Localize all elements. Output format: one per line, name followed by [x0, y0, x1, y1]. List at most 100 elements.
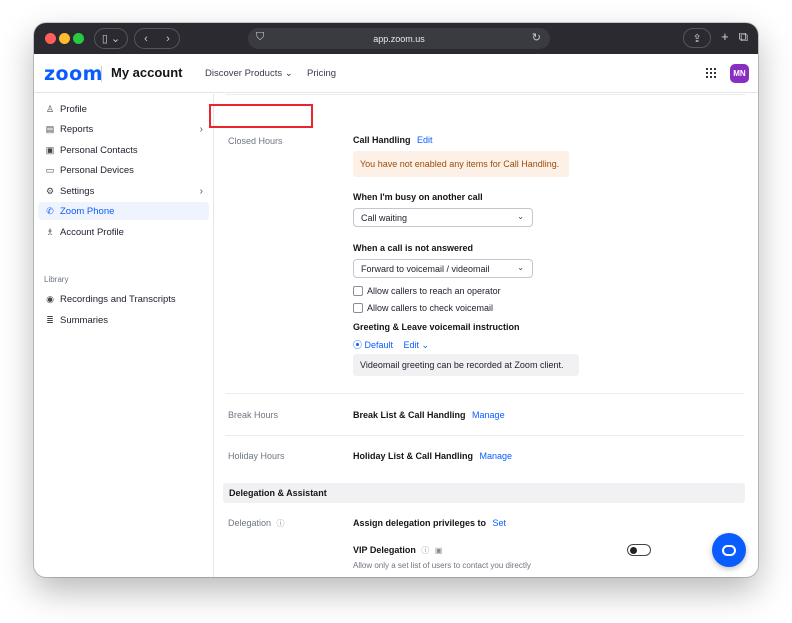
url-text: app.zoom.us [373, 33, 425, 44]
avatar[interactable]: MN [730, 64, 749, 83]
greeting-edit-dropdown[interactable]: Edit ⌄ [404, 340, 430, 350]
sidebar-item-label: Zoom Phone [60, 205, 115, 217]
assign-privileges-title: Assign delegation privileges to [353, 518, 487, 528]
sidebar-item-personal-contacts[interactable]: ▣ Personal Contacts [38, 141, 209, 159]
privacy-shield-icon: ⛉ [256, 31, 265, 43]
vip-delegation-note: Allow only a set list of users to contac… [353, 561, 531, 570]
apps-grid-icon[interactable] [706, 68, 716, 78]
section-divider [225, 435, 744, 436]
holiday-manage-link[interactable]: Manage [480, 451, 513, 461]
not-answered-select[interactable]: Forward to voicemail / videomail ⌄ [353, 259, 533, 278]
browser-window: ▯ ⌄ ‹ › ⛉ app.zoom.us ↻ ⇪ + ⧉ zoom My ac… [34, 23, 758, 577]
sidebar-item-reports[interactable]: ▤ Reports › [38, 120, 209, 138]
chevron-right-icon: › [199, 123, 203, 135]
sidebar-toggle-button[interactable]: ▯ ⌄ [94, 28, 128, 49]
allow-voicemail-label: Allow callers to check voicemail [367, 303, 494, 313]
library-section-heading: Library [44, 275, 69, 284]
chat-bubble-icon [722, 544, 736, 556]
sidebar-item-label: Settings [60, 185, 95, 197]
closed-hours-highlight [209, 104, 313, 128]
toolbar-right: ⇪ + ⧉ [683, 28, 748, 48]
address-bar[interactable]: ⛉ app.zoom.us ↻ [248, 28, 550, 49]
holiday-list-row: Holiday List & Call Handling Manage [353, 451, 512, 461]
chat-support-button[interactable] [712, 533, 746, 567]
sidebar-icon: ▯ ⌄ [101, 33, 121, 45]
nav-buttons: ‹ › [134, 28, 180, 49]
allow-voicemail-checkbox[interactable] [353, 303, 363, 313]
person-icon: ♙ [45, 103, 55, 114]
sidebar-item-personal-devices[interactable]: ▭ Personal Devices [38, 161, 209, 179]
info-icon[interactable]: ⓘ [421, 546, 429, 555]
tab-overview-button[interactable]: ⧉ [739, 29, 748, 48]
allow-operator-checkbox[interactable] [353, 286, 363, 296]
break-manage-link[interactable]: Manage [472, 410, 505, 420]
app-header: zoom My account Discover Products ⌄ Pric… [34, 54, 758, 93]
share-button[interactable]: ⇪ [683, 28, 712, 48]
sidebar-item-label: Summaries [60, 314, 109, 326]
sidebar: ♙ Profile ▤ Reports › ▣ Personal Contact… [34, 94, 214, 577]
call-handling-heading: Call Handling Edit [353, 135, 433, 145]
delegation-section-header: Delegation & Assistant [223, 483, 745, 503]
back-button[interactable]: ‹ [135, 33, 157, 45]
call-handling-notice: You have not enabled any items for Call … [353, 151, 569, 177]
break-list-title: Break List & Call Handling [353, 410, 466, 420]
devices-icon: ▭ [45, 164, 55, 175]
vip-delegation-title: VIP Delegation [353, 545, 416, 555]
contacts-icon: ▣ [45, 144, 55, 155]
break-list-row: Break List & Call Handling Manage [353, 410, 505, 420]
sidebar-item-profile[interactable]: ♙ Profile [38, 100, 209, 118]
header-divider [101, 66, 102, 82]
busy-select-value: Call waiting [361, 212, 408, 223]
call-handling-edit-link[interactable]: Edit [417, 135, 433, 145]
forward-button[interactable]: › [157, 33, 179, 45]
zoom-logo[interactable]: zoom [44, 63, 103, 85]
browser-toolbar: ▯ ⌄ ‹ › ⛉ app.zoom.us ↻ ⇪ + ⧉ [34, 23, 758, 54]
sidebar-item-account-profile[interactable]: ♗ Account Profile [38, 223, 209, 241]
reload-icon[interactable]: ↻ [532, 31, 541, 44]
sidebar-item-label: Personal Devices [60, 164, 134, 176]
closed-hours-label[interactable]: Closed Hours [228, 136, 283, 146]
account-profile-icon: ♗ [45, 226, 55, 237]
delegation-label: Delegation [228, 518, 272, 528]
top-divider [225, 94, 745, 95]
greeting-heading: Greeting & Leave voicemail instruction [353, 322, 520, 332]
pricing-link[interactable]: Pricing [307, 68, 336, 79]
sidebar-item-label: Recordings and Transcripts [60, 293, 176, 305]
main-content: Closed Hours Call Handling Edit You have… [215, 94, 758, 577]
summaries-icon: ≣ [46, 314, 54, 325]
minimize-window-button[interactable] [59, 33, 70, 44]
chevron-down-icon: ⌄ [517, 212, 524, 221]
toggle-knob [630, 547, 637, 554]
not-answered-select-value: Forward to voicemail / videomail [361, 263, 490, 274]
sidebar-item-recordings[interactable]: ◉ Recordings and Transcripts [38, 290, 209, 308]
new-tab-button[interactable]: + [721, 29, 729, 48]
document-icon[interactable]: ▣ [435, 546, 443, 555]
phone-icon: ✆ [46, 205, 54, 216]
sidebar-item-settings[interactable]: ⚙ Settings › [38, 182, 209, 200]
chevron-down-icon: ⌄ [517, 263, 524, 272]
zoom-window-button[interactable] [73, 33, 84, 44]
discover-products-link[interactable]: Discover Products ⌄ [205, 68, 293, 79]
allow-operator-row[interactable]: Allow callers to reach an operator [353, 286, 501, 296]
greeting-default-radio[interactable]: ⦿ Default [353, 340, 393, 350]
set-delegation-link[interactable]: Set [493, 518, 507, 528]
gear-icon: ⚙ [45, 185, 55, 196]
sidebar-item-summaries[interactable]: ≣ Summaries [38, 311, 209, 329]
vip-delegation-toggle[interactable] [627, 544, 651, 556]
delegation-label-row: Delegation ⓘ [228, 518, 285, 529]
greeting-options: ⦿ Default Edit ⌄ [353, 338, 429, 351]
break-hours-label: Break Hours [228, 410, 279, 420]
close-window-button[interactable] [45, 33, 56, 44]
sidebar-item-zoom-phone[interactable]: ✆ Zoom Phone [38, 202, 209, 220]
section-divider [225, 393, 744, 394]
allow-voicemail-row[interactable]: Allow callers to check voicemail [353, 303, 493, 313]
videomail-note: Videomail greeting can be recorded at Zo… [353, 354, 579, 376]
holiday-list-title: Holiday List & Call Handling [353, 451, 474, 461]
not-answered-heading: When a call is not answered [353, 243, 474, 253]
info-icon[interactable]: ⓘ [277, 519, 285, 528]
sidebar-item-label: Account Profile [60, 226, 124, 238]
busy-select[interactable]: Call waiting ⌄ [353, 208, 533, 227]
reports-icon: ▤ [45, 123, 55, 134]
sidebar-item-label: Personal Contacts [60, 144, 138, 156]
sidebar-item-label: Reports [60, 123, 94, 135]
